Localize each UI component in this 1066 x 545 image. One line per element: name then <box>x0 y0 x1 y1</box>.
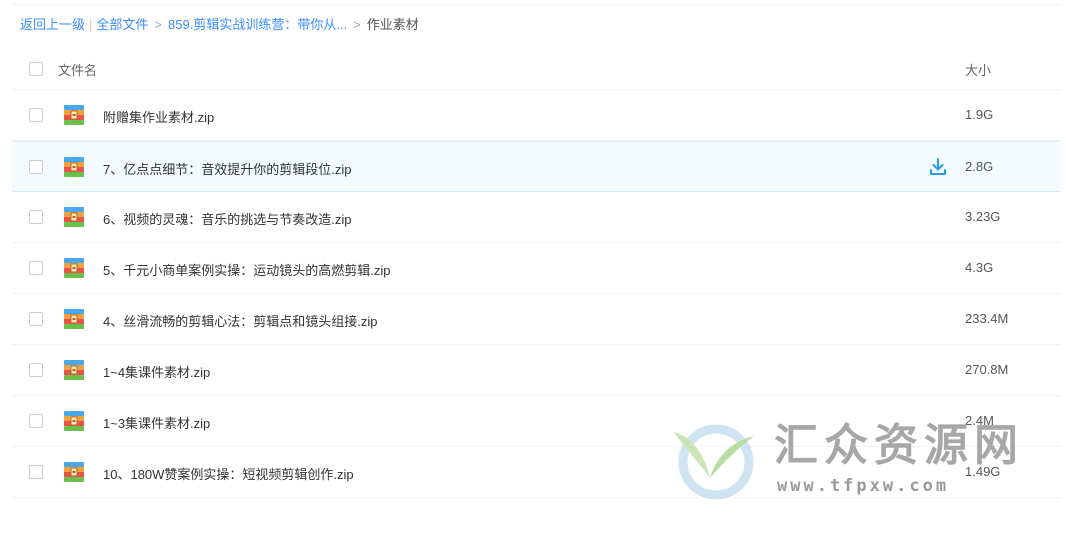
top-divider <box>12 0 1061 5</box>
file-size: 3.23G <box>965 209 1001 224</box>
row-checkbox[interactable] <box>29 414 43 428</box>
file-size: 1.9G <box>965 107 994 122</box>
breadcrumb-all-files-link[interactable]: 全部文件 <box>96 17 148 32</box>
file-name[interactable]: 1~4集课件素材.zip <box>103 362 210 381</box>
table-row[interactable]: 7、亿点点细节：音效提升你的剪辑段位.zip 2.8G <box>12 141 1061 192</box>
breadcrumb-separator: > <box>154 17 163 32</box>
file-size: 1.49G <box>965 464 1001 479</box>
file-rows: 附赠集作业素材.zip 1.9G 7、亿点点细节：音效提升你的剪辑段位.zip 2.8… <box>12 90 1061 498</box>
breadcrumb: 返回上一级 | 全部文件 >859.剪辑实战训练营：带你从... > 作业素材 <box>20 17 419 33</box>
zip-archive-icon <box>63 308 85 330</box>
zip-archive-icon <box>63 206 85 228</box>
file-name[interactable]: 10、180W赞案例实操：短视频剪辑创作.zip <box>103 464 354 483</box>
breadcrumb-back-link[interactable]: 返回上一级 <box>20 17 85 32</box>
table-row[interactable]: 1~3集课件素材.zip 2.4M <box>12 396 1061 447</box>
file-name[interactable]: 6、视频的灵魂：音乐的挑选与节奏改造.zip <box>103 209 351 228</box>
file-size: 2.8G <box>965 159 994 174</box>
table-row[interactable]: 5、千元小商单案例实操：运动镜头的高燃剪辑.zip 4.3G <box>12 243 1061 294</box>
file-name[interactable]: 1~3集课件素材.zip <box>103 413 210 432</box>
column-header-size[interactable]: 大小 <box>965 60 991 79</box>
table-row[interactable]: 6、视频的灵魂：音乐的挑选与节奏改造.zip 3.23G <box>12 192 1061 243</box>
file-size: 2.4M <box>965 413 994 428</box>
file-size: 4.3G <box>965 260 994 275</box>
zip-archive-icon <box>63 359 85 381</box>
row-checkbox[interactable] <box>29 210 43 224</box>
file-list: 文件名 大小 附赠集作业素材.zip 1.9G 7、亿点点细节：音效提升你的剪辑段位… <box>12 45 1061 498</box>
zip-archive-icon <box>63 410 85 432</box>
file-size: 233.4M <box>965 311 1009 326</box>
breadcrumb-folder-link[interactable]: 859.剪辑实战训练营：带你从... <box>168 17 347 32</box>
zip-archive-icon <box>63 156 85 178</box>
breadcrumb-separator: > <box>353 17 361 32</box>
file-size: 270.8M <box>965 362 1009 377</box>
table-row[interactable]: 附赠集作业素材.zip 1.9G <box>12 90 1061 141</box>
column-header-name[interactable]: 文件名 <box>58 60 97 79</box>
file-name[interactable]: 5、千元小商单案例实操：运动镜头的高燃剪辑.zip <box>103 260 390 279</box>
row-checkbox[interactable] <box>29 108 43 122</box>
row-checkbox[interactable] <box>29 465 43 479</box>
table-row[interactable]: 10、180W赞案例实操：短视频剪辑创作.zip 1.49G <box>12 447 1061 498</box>
zip-archive-icon <box>63 461 85 483</box>
download-icon[interactable] <box>929 157 947 177</box>
breadcrumb-current: 作业素材 <box>366 17 419 32</box>
row-checkbox[interactable] <box>29 312 43 326</box>
row-checkbox[interactable] <box>29 363 43 377</box>
zip-archive-icon <box>63 257 85 279</box>
file-name[interactable]: 附赠集作业素材.zip <box>103 107 214 126</box>
table-row[interactable]: 4、丝滑流畅的剪辑心法：剪辑点和镜头组接.zip 233.4M <box>12 294 1061 345</box>
row-checkbox[interactable] <box>29 261 43 275</box>
file-name[interactable]: 4、丝滑流畅的剪辑心法：剪辑点和镜头组接.zip <box>103 311 377 330</box>
breadcrumb-divider: | <box>89 17 93 32</box>
file-list-header: 文件名 大小 <box>12 45 1061 90</box>
table-row[interactable]: 1~4集课件素材.zip 270.8M <box>12 345 1061 396</box>
row-checkbox[interactable] <box>29 160 43 174</box>
file-name[interactable]: 7、亿点点细节：音效提升你的剪辑段位.zip <box>103 159 351 178</box>
select-all-checkbox[interactable] <box>29 62 43 76</box>
zip-archive-icon <box>63 104 85 126</box>
